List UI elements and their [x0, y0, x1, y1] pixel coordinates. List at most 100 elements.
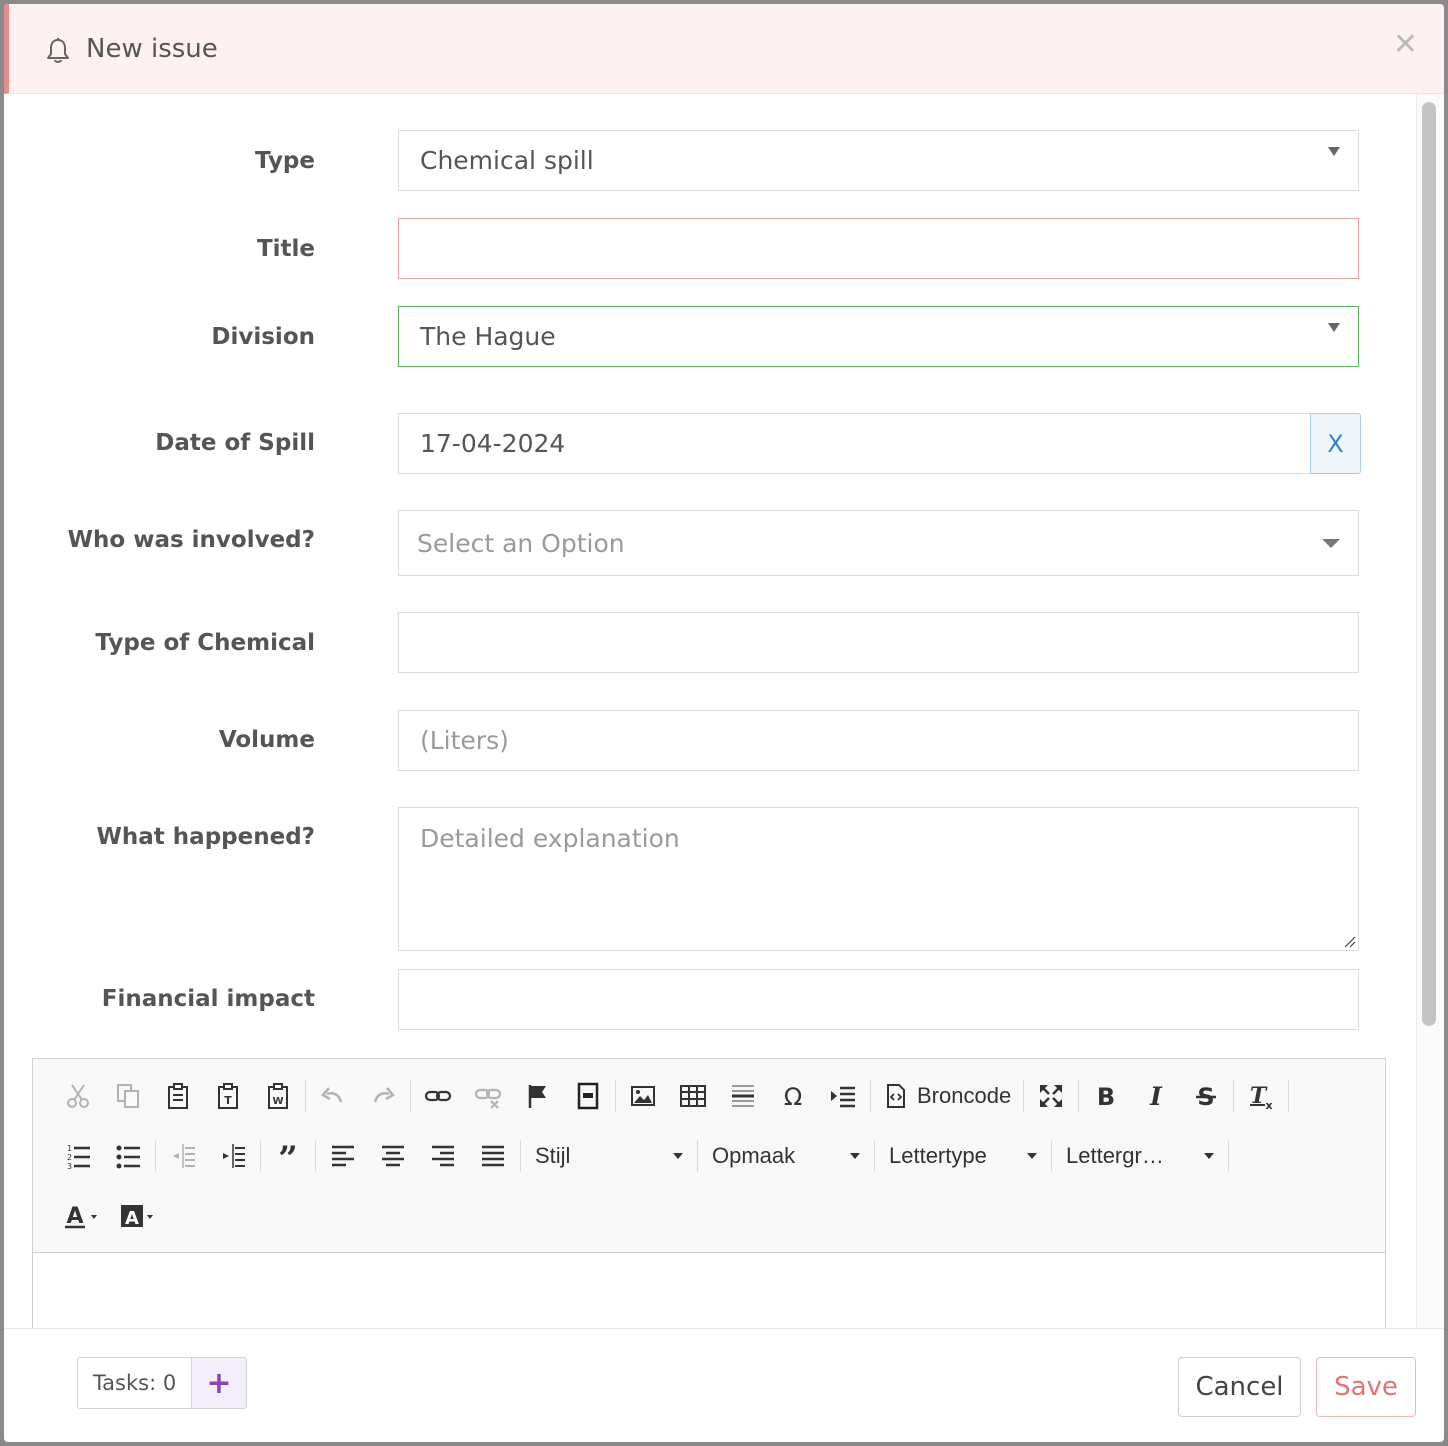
anchor-flag-icon[interactable]: [513, 1074, 563, 1118]
volume-input[interactable]: (Liters): [398, 710, 1359, 771]
editor-toolbar-row-2: 123 ” Stijl Opmaak Lettertype Lettergr…: [53, 1131, 1231, 1181]
copy-icon[interactable]: [103, 1074, 153, 1118]
special-character-icon[interactable]: Ω: [768, 1074, 818, 1118]
type-of-chemical-input[interactable]: [398, 612, 1359, 673]
tasks-count[interactable]: Tasks: 0: [78, 1358, 192, 1408]
paste-word-icon[interactable]: W: [253, 1074, 303, 1118]
chevron-down-icon: [1204, 1153, 1214, 1159]
numbered-list-icon[interactable]: 123: [53, 1134, 103, 1178]
add-task-button[interactable]: +: [192, 1358, 246, 1408]
who-involved-placeholder: Select an Option: [417, 528, 625, 558]
modal-body: Type Chemical spill Title Division The H…: [4, 94, 1416, 1328]
svg-text:1: 1: [67, 1144, 72, 1153]
vertical-scrollbar[interactable]: [1416, 94, 1440, 1328]
paste-icon[interactable]: [153, 1074, 203, 1118]
scrollbar-thumb[interactable]: [1422, 102, 1436, 1026]
save-button[interactable]: Save: [1316, 1357, 1416, 1417]
link-icon[interactable]: [413, 1074, 463, 1118]
font-dropdown[interactable]: Lettertype: [877, 1134, 1049, 1178]
maximize-icon[interactable]: [1026, 1074, 1076, 1118]
undo-icon[interactable]: [308, 1074, 358, 1118]
italic-icon[interactable]: I: [1131, 1074, 1181, 1118]
financial-impact-input[interactable]: [398, 969, 1359, 1030]
rich-text-editor: T W Ω Broncode B I S T x 1 2 3 ” Stijl O…: [32, 1058, 1386, 1328]
style-dropdown-label: Stijl: [535, 1143, 571, 1168]
style-dropdown[interactable]: Stijl: [523, 1134, 695, 1178]
type-value: Chemical spill: [420, 146, 594, 175]
outdent-icon[interactable]: [158, 1134, 208, 1178]
close-icon[interactable]: ✕: [1393, 30, 1418, 60]
what-happened-label: What happened?: [96, 824, 315, 850]
financial-impact-label: Financial impact: [101, 986, 315, 1012]
font-size-dropdown-label: Lettergr…: [1066, 1143, 1164, 1168]
bold-icon[interactable]: B: [1081, 1074, 1131, 1118]
svg-text:3: 3: [67, 1162, 72, 1170]
division-label: Division: [211, 324, 315, 350]
table-icon[interactable]: [668, 1074, 718, 1118]
type-select[interactable]: Chemical spill: [398, 130, 1359, 191]
svg-text:I: I: [1149, 1082, 1163, 1110]
bulleted-list-icon[interactable]: [103, 1134, 153, 1178]
new-issue-modal: New issue ✕ Type Chemical spill Title Di…: [4, 4, 1444, 1442]
align-right-icon[interactable]: [418, 1134, 468, 1178]
cut-icon[interactable]: [53, 1074, 103, 1118]
align-center-icon[interactable]: [368, 1134, 418, 1178]
align-justify-icon[interactable]: [468, 1134, 518, 1178]
svg-text:A: A: [125, 1208, 139, 1229]
toolbar-separator: [1288, 1080, 1290, 1112]
indent-icon[interactable]: [208, 1134, 258, 1178]
align-left-icon[interactable]: [318, 1134, 368, 1178]
horizontal-rule-icon[interactable]: [718, 1074, 768, 1118]
what-happened-placeholder: Detailed explanation: [420, 824, 680, 853]
font-dropdown-label: Lettertype: [889, 1143, 987, 1168]
strikethrough-icon[interactable]: S: [1181, 1074, 1231, 1118]
page-break-icon[interactable]: [563, 1074, 613, 1118]
redo-icon[interactable]: [358, 1074, 408, 1118]
resize-grip-icon[interactable]: [1342, 934, 1356, 948]
title-input[interactable]: [398, 218, 1359, 279]
image-icon[interactable]: [618, 1074, 668, 1118]
source-code-button[interactable]: Broncode: [873, 1074, 1021, 1118]
volume-label: Volume: [218, 727, 315, 753]
text-color-icon[interactable]: A: [53, 1194, 109, 1238]
date-of-spill-input[interactable]: 17-04-2024: [398, 413, 1311, 474]
clear-date-button[interactable]: X: [1310, 413, 1361, 474]
format-dropdown[interactable]: Opmaak: [700, 1134, 872, 1178]
chevron-down-icon: [1322, 539, 1340, 548]
date-of-spill-label: Date of Spill: [155, 430, 315, 456]
source-code-label: Broncode: [917, 1083, 1012, 1108]
date-of-spill-value: 17-04-2024: [420, 429, 566, 458]
svg-text:2: 2: [67, 1153, 72, 1162]
toolbar-separator: [615, 1080, 616, 1112]
what-happened-textarea[interactable]: Detailed explanation: [398, 807, 1359, 951]
toolbar-separator: [874, 1140, 875, 1172]
toolbar-separator: [155, 1140, 156, 1172]
who-involved-select[interactable]: Select an Option: [398, 510, 1359, 576]
indent-block-icon[interactable]: [818, 1074, 868, 1118]
blockquote-icon[interactable]: ”: [263, 1134, 313, 1178]
background-color-icon[interactable]: A: [109, 1194, 165, 1238]
svg-text:A: A: [66, 1204, 83, 1229]
svg-text:T: T: [224, 1094, 232, 1107]
paste-text-icon[interactable]: T: [203, 1074, 253, 1118]
division-select[interactable]: The Hague: [398, 306, 1359, 367]
svg-text:B: B: [1097, 1083, 1115, 1110]
toolbar-separator: [1051, 1140, 1052, 1172]
toolbar-separator: [1228, 1140, 1229, 1172]
source-file-icon: [887, 1084, 905, 1108]
unlink-icon[interactable]: [463, 1074, 513, 1118]
toolbar-separator: [697, 1140, 698, 1172]
toolbar-separator: [1078, 1080, 1080, 1112]
chevron-down-icon: [850, 1153, 860, 1159]
chevron-down-icon: [1328, 323, 1340, 332]
remove-format-icon[interactable]: Tx: [1236, 1074, 1286, 1118]
font-size-dropdown[interactable]: Lettergr…: [1054, 1134, 1226, 1178]
editor-content-area[interactable]: [33, 1252, 1385, 1328]
tasks-group: Tasks: 0 +: [77, 1357, 247, 1409]
cancel-button[interactable]: Cancel: [1178, 1357, 1301, 1417]
toolbar-separator: [1233, 1080, 1235, 1112]
toolbar-separator: [305, 1080, 306, 1112]
toolbar-separator: [520, 1140, 521, 1172]
toolbar-separator: [260, 1140, 261, 1172]
who-involved-label: Who was involved?: [67, 527, 315, 553]
